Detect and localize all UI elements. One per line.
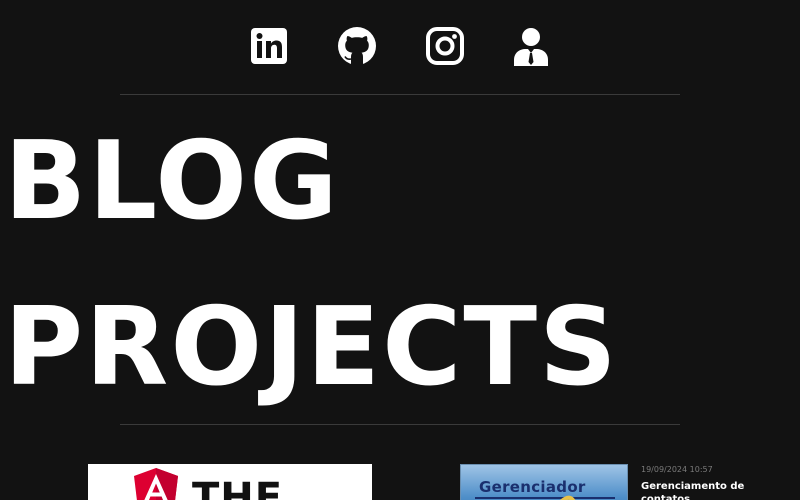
about-link[interactable] xyxy=(511,26,551,66)
post-thumbnail-contacts[interactable]: Gerenciador xyxy=(460,464,628,500)
thumbnail-text: THE xyxy=(192,475,284,500)
instagram-link[interactable] xyxy=(425,26,465,66)
swirl-graphic xyxy=(560,495,576,500)
social-links xyxy=(0,26,800,68)
top-divider xyxy=(120,94,680,95)
github-link[interactable] xyxy=(337,26,377,66)
page: BLOG PROJECTS THE Gerenciador 19/09/2024… xyxy=(0,0,800,500)
hero-title-blog: BLOG xyxy=(4,119,340,244)
angular-logo-icon xyxy=(134,468,178,500)
bottom-divider xyxy=(120,424,680,425)
linkedin-link[interactable] xyxy=(249,26,289,66)
post-thumbnail-angular[interactable]: THE xyxy=(88,464,372,500)
hero-title-projects: PROJECTS xyxy=(4,285,619,410)
thumbnail-label: Gerenciador xyxy=(479,478,586,496)
instagram-icon xyxy=(426,27,464,65)
linkedin-icon xyxy=(251,28,287,64)
github-icon xyxy=(338,27,376,65)
post-title-link[interactable]: Gerenciamento de contatos xyxy=(641,480,751,500)
post-date: 19/09/2024 10:57 xyxy=(641,465,713,474)
user-icon xyxy=(514,28,548,66)
